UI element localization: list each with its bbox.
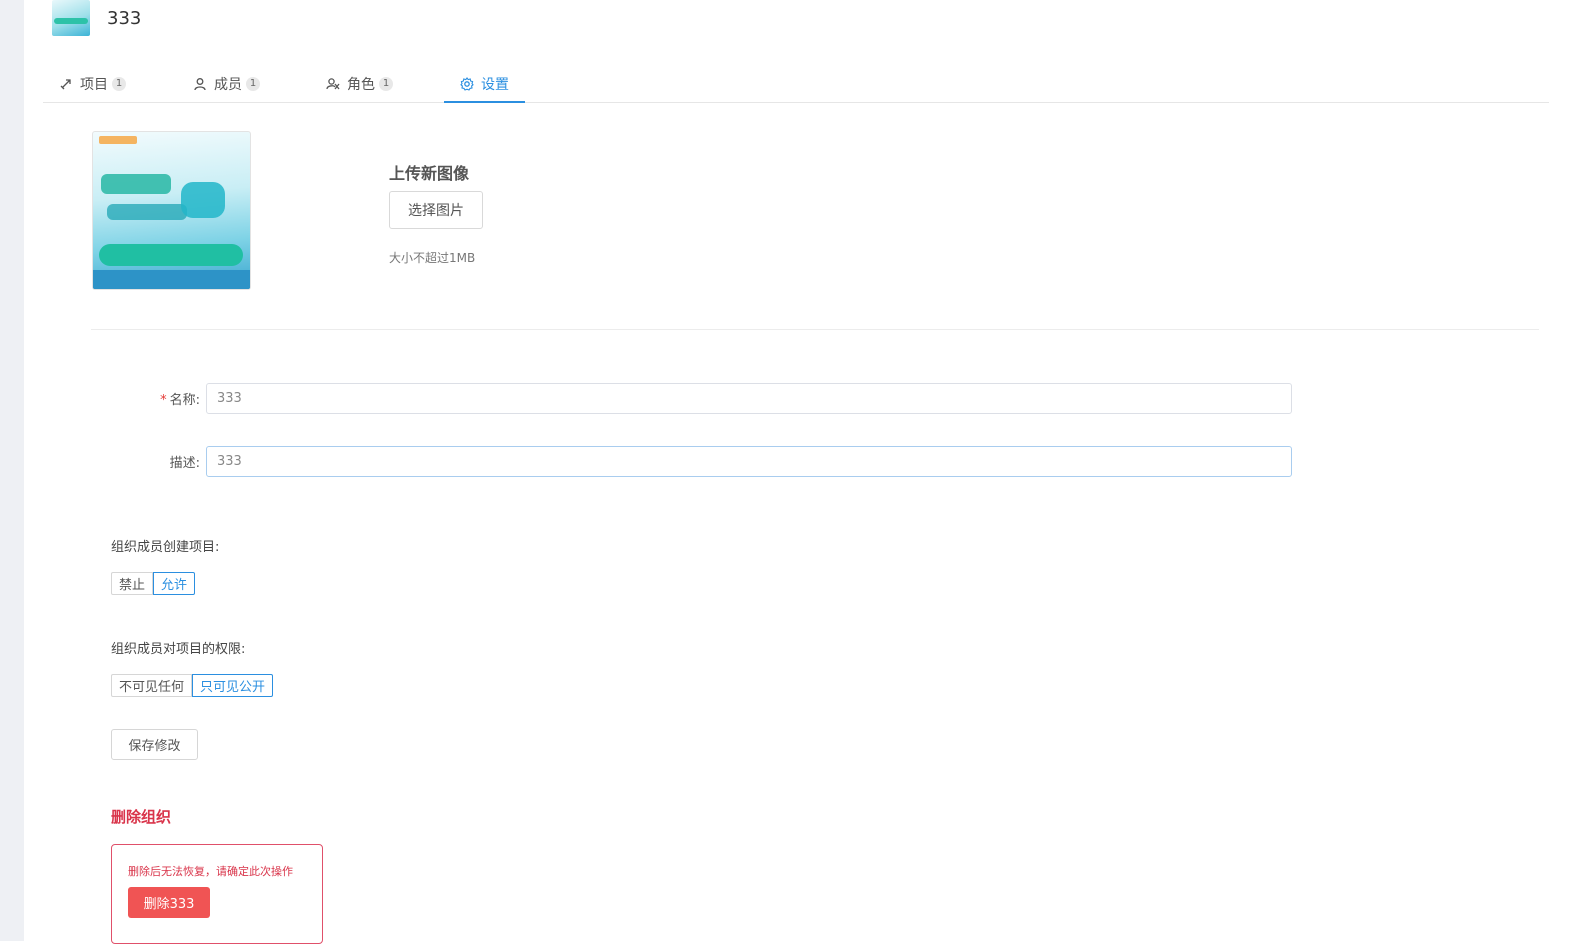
tab-bar: 项目 1 成员 1 角色 1 设置	[43, 66, 1549, 103]
choose-image-button[interactable]: 选择图片	[389, 191, 483, 229]
org-name: 333	[107, 7, 142, 29]
name-input[interactable]: 333	[206, 382, 1292, 414]
save-button[interactable]: 保存修改	[111, 729, 198, 760]
create-forbid-option[interactable]: 禁止	[111, 572, 154, 595]
upload-size-hint: 大小不超过1MB	[389, 251, 476, 265]
invisible-option[interactable]: 不可见任何	[111, 674, 193, 697]
tab-count-badge: 1	[112, 77, 126, 91]
member-icon	[193, 77, 207, 91]
tab-label: 项目	[80, 77, 108, 93]
project-permission-label: 组织成员对项目的权限:	[111, 642, 246, 657]
tab-members[interactable]: 成员 1	[193, 66, 260, 102]
public-only-option[interactable]: 只可见公开	[192, 674, 274, 697]
create-allow-option[interactable]: 允许	[153, 572, 196, 595]
org-avatar-thumbnail	[52, 0, 90, 36]
tab-projects[interactable]: 项目 1	[59, 66, 126, 102]
description-label: 描述:	[169, 455, 200, 471]
tab-label: 角色	[347, 77, 375, 93]
description-row: 描述: 333	[110, 445, 1292, 477]
danger-zone: 删除后无法恢复，请确定此次操作 删除333	[111, 844, 323, 944]
section-divider	[91, 329, 1539, 330]
project-permission-toggle: 不可见任何 只可见公开	[111, 674, 274, 697]
upload-title: 上传新图像	[389, 164, 470, 183]
name-label: * 名称:	[160, 392, 200, 408]
required-mark: *	[160, 392, 167, 408]
project-icon	[59, 77, 73, 91]
left-sidebar-strip	[0, 0, 24, 941]
create-permission-label: 组织成员创建项目:	[111, 540, 220, 555]
tab-label: 设置	[481, 77, 509, 93]
tab-label: 成员	[214, 77, 242, 93]
tab-roles[interactable]: 角色 1	[326, 66, 393, 102]
create-permission-toggle: 禁止 允许	[111, 572, 196, 595]
tab-count-badge: 1	[246, 77, 260, 91]
role-icon	[326, 77, 340, 91]
description-input[interactable]: 333	[206, 445, 1292, 477]
gear-icon	[460, 77, 474, 91]
tab-settings[interactable]: 设置	[444, 66, 525, 103]
delete-org-title: 删除组织	[111, 808, 172, 826]
org-header: 333	[52, 0, 141, 36]
tab-count-badge: 1	[379, 77, 393, 91]
name-row: * 名称: 333	[110, 382, 1292, 414]
delete-org-button[interactable]: 删除333	[128, 887, 210, 918]
delete-warning: 删除后无法恢复，请确定此次操作	[128, 865, 293, 878]
org-avatar-image	[92, 131, 251, 290]
